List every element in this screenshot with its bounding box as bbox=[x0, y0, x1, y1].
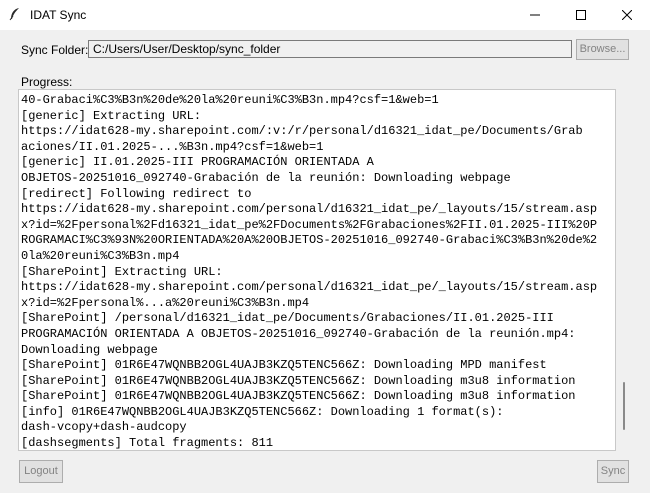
sync-button[interactable]: Sync bbox=[597, 460, 629, 483]
log-line: https://idat628-my.sharepoint.com/person… bbox=[21, 202, 598, 217]
log-line: https://idat628-my.sharepoint.com/person… bbox=[21, 280, 598, 295]
log-line: [info] 01R6E47WQNBB2OGL4UAJB3KZQ5TENC566… bbox=[21, 404, 504, 419]
progress-log[interactable]: 40-Grabaci%C3%B3n%20de%20la%20reuni%C3%B… bbox=[18, 89, 616, 451]
log-line: [generic] Extracting URL: bbox=[21, 108, 202, 123]
log-line: [SharePoint] 01R6E47WQNBB2OGL4UAJB3KZQ5T… bbox=[21, 358, 547, 373]
log-line: dash-vcopy+dash-audcopy bbox=[21, 420, 187, 435]
log-scrollbar[interactable] bbox=[619, 89, 629, 451]
maximize-button[interactable] bbox=[558, 0, 604, 30]
minimize-icon bbox=[530, 14, 540, 16]
log-line: https://idat628-my.sharepoint.com/:v:/r/… bbox=[21, 124, 583, 139]
window-title: IDAT Sync bbox=[30, 8, 87, 22]
sync-folder-field[interactable] bbox=[88, 40, 572, 58]
log-line: [SharePoint] /personal/d16321_idat_pe/Do… bbox=[21, 311, 554, 326]
log-line: 0la%20reuni%C3%B3n.mp4 bbox=[21, 248, 180, 263]
log-line: x?id=%2Fpersonal%...a%20reuni%C3%B3n.mp4 bbox=[21, 295, 310, 310]
title-bar: IDAT Sync bbox=[0, 0, 650, 30]
logout-button[interactable]: Logout bbox=[19, 460, 63, 483]
close-icon bbox=[622, 10, 632, 20]
log-text: 40-Grabaci%C3%B3n%20de%20la%20reuni%C3%B… bbox=[21, 93, 615, 451]
log-line: Downloading webpage bbox=[21, 342, 158, 357]
log-line: aciones/II.01.2025-...%B3n.mp4?csf=1&web… bbox=[21, 139, 324, 154]
log-line: [SharePoint] 01R6E47WQNBB2OGL4UAJB3KZQ5T… bbox=[21, 389, 576, 404]
browse-button[interactable]: Browse... bbox=[576, 39, 629, 60]
log-line: PROGRAMACIÓN ORIENTADA A OBJETOS-2025101… bbox=[21, 326, 576, 341]
log-line: [SharePoint] 01R6E47WQNBB2OGL4UAJB3KZQ5T… bbox=[21, 373, 576, 388]
scrollbar-thumb[interactable] bbox=[623, 382, 625, 430]
feather-icon bbox=[9, 7, 21, 21]
log-line: [dashsegments] Total fragments: 811 bbox=[21, 436, 274, 451]
log-line: 40-Grabaci%C3%B3n%20de%20la%20reuni%C3%B… bbox=[21, 93, 439, 107]
log-line: [redirect] Following redirect to bbox=[21, 186, 252, 201]
log-line: x?id=%2Fpersonal%2Fd16321_idat_pe%2FDocu… bbox=[21, 217, 598, 232]
log-line: [SharePoint] Extracting URL: bbox=[21, 264, 223, 279]
minimize-button[interactable] bbox=[512, 0, 558, 30]
log-line: [generic] II.01.2025-III PROGRAMACIÓN OR… bbox=[21, 155, 374, 170]
progress-label: Progress: bbox=[21, 75, 73, 89]
log-line: ROGRAMACI%C3%93N%20ORIENTADA%20A%20OBJET… bbox=[21, 233, 598, 248]
sync-folder-label: Sync Folder: bbox=[21, 43, 89, 57]
close-button[interactable] bbox=[604, 0, 650, 30]
log-line: OBJETOS-20251016_092740-Grabación de la … bbox=[21, 170, 511, 185]
maximize-icon bbox=[576, 10, 586, 20]
